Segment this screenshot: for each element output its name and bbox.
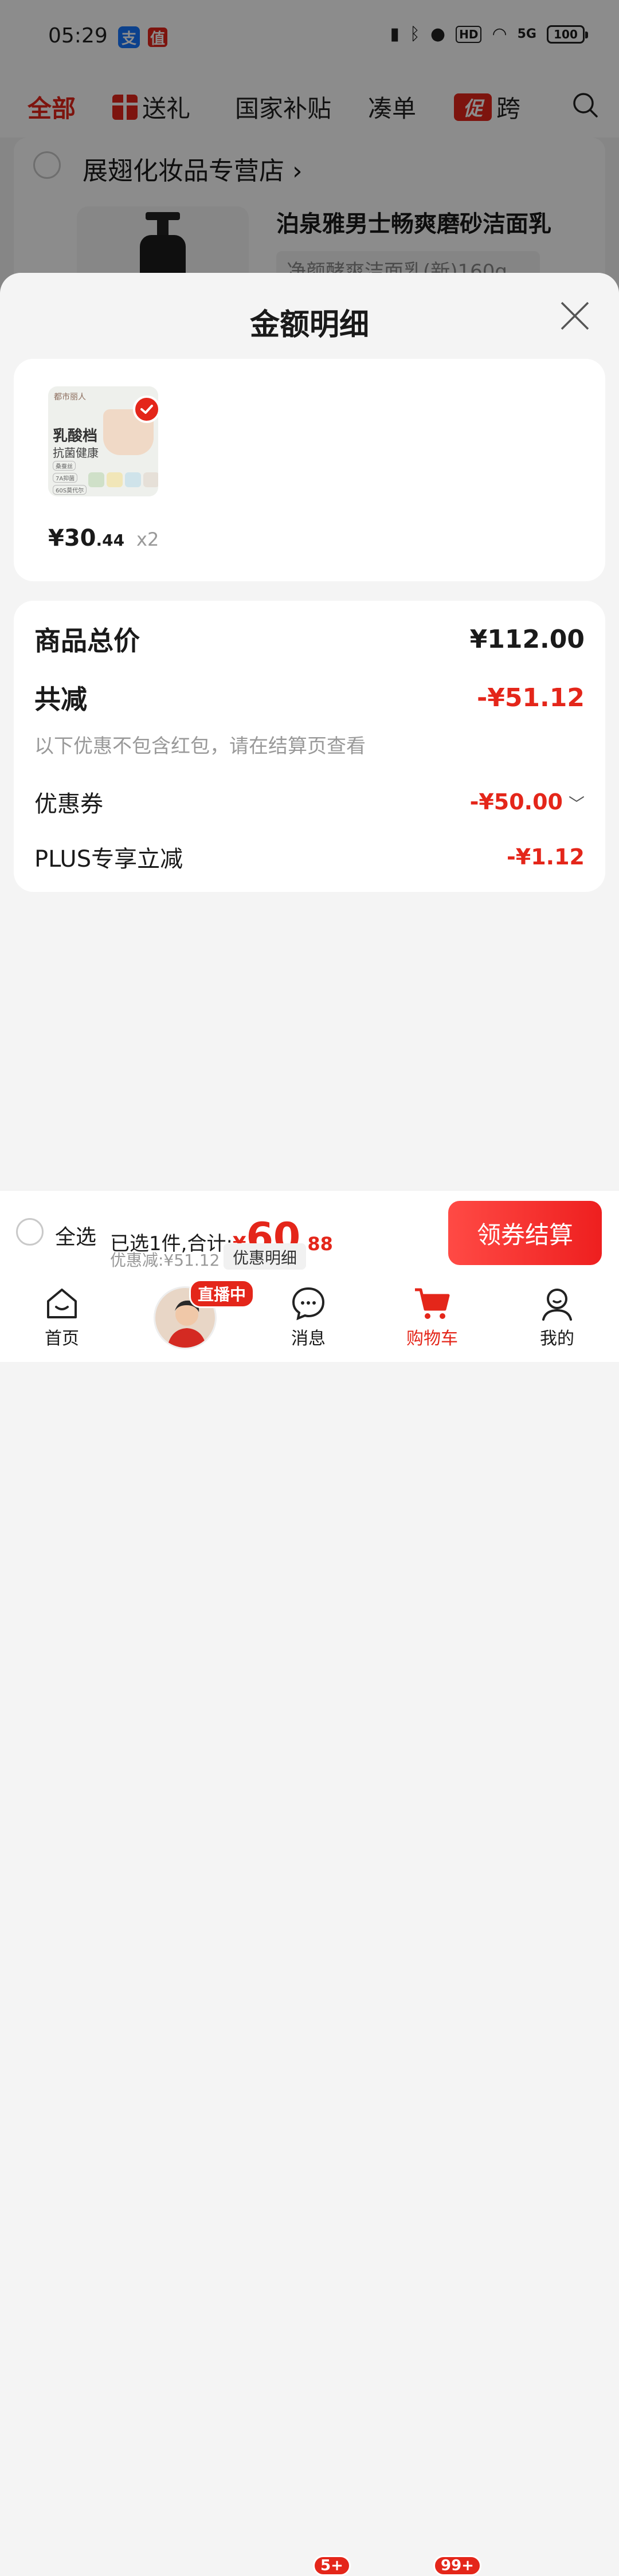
coupon-label: 优惠券	[34, 791, 103, 817]
chevron-down-icon[interactable]: ﹀	[569, 794, 585, 813]
folded-items-image	[88, 472, 158, 487]
total-price-label: 商品总价	[34, 625, 140, 656]
home-icon	[47, 1289, 77, 1318]
total-reduce-label: 共减	[34, 684, 87, 715]
total-price-row: 商品总价 ¥112.00	[34, 620, 585, 658]
close-icon[interactable]	[559, 300, 590, 331]
item-card: 都市丽人 乳酸档 抗菌健康 桑蚕丝 7A抑菌 60S莫代尔 ¥30.44 x2	[14, 359, 605, 581]
thumb-chips: 桑蚕丝 7A抑菌 60S莫代尔	[53, 461, 87, 495]
price-summary-card: 商品总价 ¥112.00 共减 -¥51.12 以下优惠不包含红包，请在结算页查…	[14, 601, 605, 892]
thumb-chip: 7A抑菌	[53, 473, 78, 483]
item-price: ¥30.44	[48, 525, 125, 551]
nav-cart[interactable]: 购物车	[386, 1285, 478, 1349]
sheet-title: 金额明细	[249, 308, 369, 342]
profile-icon	[542, 1289, 572, 1321]
thumb-chip: 桑蚕丝	[53, 461, 76, 471]
thumb-brand: 都市丽人	[54, 393, 86, 402]
coupon-row[interactable]: 优惠券 -¥50.00 ﹀	[34, 785, 585, 819]
discount-note: 以下优惠不包含红包，请在结算页查看	[34, 735, 366, 758]
total-reduce-value: -¥51.12	[476, 683, 585, 712]
nav-home[interactable]: 首页	[16, 1285, 108, 1349]
select-all-label[interactable]: 全选	[55, 1220, 96, 1250]
nav-messages[interactable]: 消息	[263, 1285, 354, 1349]
messages-badge: 5+	[313, 2555, 351, 2576]
plus-discount-label: PLUS专享立减	[34, 846, 183, 872]
discount-amount: 优惠减:¥51.12	[110, 1251, 220, 1270]
message-icon	[292, 1287, 325, 1321]
checkout-bar: 全选 已选1件,合计:¥60.88 优惠减:¥51.12 优惠明细 领券结算	[0, 1190, 619, 1276]
total-reduce-row: 共减 -¥51.12	[34, 679, 585, 717]
thumb-chip: 60S莫代尔	[53, 485, 87, 495]
cart-icon	[415, 1288, 450, 1319]
selected-check-icon	[133, 396, 158, 423]
total-price-value: ¥112.00	[469, 624, 585, 654]
live-badge: 直播中	[189, 1279, 255, 1308]
nav-mine[interactable]: 我的	[511, 1285, 603, 1349]
checkout-button[interactable]: 领券结算	[448, 1201, 602, 1265]
bottom-nav: 首页 直播中 消息 5+ 购物车 99+ 我的	[0, 1276, 619, 2576]
thumb-title: 乳酸档	[53, 428, 98, 445]
item-thumbnail[interactable]: 都市丽人 乳酸档 抗菌健康 桑蚕丝 7A抑菌 60S莫代尔	[48, 386, 158, 496]
discount-detail-button[interactable]: 优惠明细	[224, 1243, 307, 1270]
cart-badge: 99+	[433, 2555, 481, 2576]
plus-discount-value: -¥1.12	[507, 844, 585, 870]
item-quantity: x2	[136, 528, 159, 550]
select-all-radio[interactable]	[16, 1218, 44, 1246]
plus-discount-row: PLUS专享立减 -¥1.12	[34, 840, 585, 874]
thumb-subtitle: 抗菌健康	[53, 446, 99, 460]
coupon-value: -¥50.00	[469, 789, 563, 815]
amount-detail-sheet: 金额明细 都市丽人 乳酸档 抗菌健康 桑蚕丝 7A抑菌 60S莫代尔 ¥30.4…	[0, 273, 619, 1190]
